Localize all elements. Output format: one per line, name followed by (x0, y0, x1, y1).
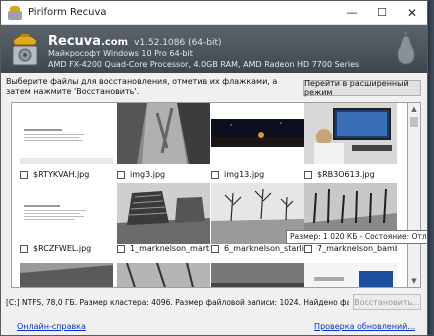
os-info: Майкрософт Windows 10 Pro 64-bit (48, 49, 193, 58)
scrollbar-thumb[interactable] (410, 117, 418, 127)
file-thumbnail-photo (117, 183, 210, 244)
file-name: $RTYKVAH.jpg (33, 170, 90, 179)
piriform-pear-icon (397, 31, 415, 65)
file-checkbox[interactable] (20, 171, 28, 179)
app-version: v1.52.1086 (64-bit) (134, 38, 222, 48)
file-checkbox[interactable] (117, 171, 125, 179)
title-bar: Piriform Recuva — ☐ ✕ (1, 1, 427, 25)
recuva-logo-icon (12, 34, 38, 66)
file-name: 7_marknelson_bamb... (317, 244, 397, 253)
file-name: $RCZFWEL.jpg (33, 244, 92, 253)
online-help-link[interactable]: Онлайн-справка (17, 322, 86, 331)
scroll-up-icon[interactable]: ▲ (408, 103, 420, 115)
file-thumbnail-grid[interactable]: $RTYKVAH.jpg img3.jpg img13.jpg $RB3O613… (11, 102, 408, 288)
app-header: Recuva.com v1.52.1086 (64-bit) Майкрософт… (1, 25, 427, 73)
maximize-button[interactable]: ☐ (367, 1, 397, 24)
file-checkbox[interactable] (20, 245, 28, 253)
file-thumbnail-photo (211, 103, 304, 164)
header-title: Recuva.com v1.52.1086 (64-bit) (48, 30, 222, 49)
minimize-button[interactable]: — (337, 1, 367, 24)
file-thumbnail-photo (304, 103, 397, 164)
file-info-tooltip: Размер: 1 020 КБ - Состояние: Отличное (286, 230, 427, 244)
check-updates-link[interactable]: Проверка обновлений... (314, 322, 415, 331)
file-name: 1_marknelson_marti... (130, 244, 210, 253)
scroll-down-icon[interactable]: ▼ (408, 275, 420, 287)
advanced-mode-button[interactable]: Перейти в расширенный режим (303, 79, 421, 97)
file-thumbnail-document (20, 183, 113, 244)
file-name: img3.jpg (130, 170, 166, 179)
file-name: $RB3O613.jpg (317, 170, 375, 179)
hardware-info: AMD FX-4200 Quad-Core Processor, 4.0GB R… (48, 60, 360, 69)
file-thumbnail-document (20, 103, 113, 164)
file-thumbnail-photo (211, 263, 304, 287)
file-thumbnail-photo (117, 263, 210, 287)
window-title: Piriform Recuva (28, 7, 107, 18)
close-button[interactable]: ✕ (397, 1, 427, 24)
vertical-scrollbar[interactable]: ▲ ▼ (408, 102, 421, 288)
file-checkbox[interactable] (304, 245, 312, 253)
file-thumbnail-photo (117, 103, 210, 164)
file-checkbox[interactable] (304, 171, 312, 179)
file-name: img13.jpg (224, 170, 265, 179)
instruction-text: Выберите файлы для восстановления, отмет… (6, 77, 278, 96)
file-checkbox[interactable] (211, 171, 219, 179)
app-name: Recuva (48, 34, 102, 49)
file-checkbox[interactable] (211, 245, 219, 253)
file-name: 6_marknelson_starlin... (224, 244, 304, 253)
file-checkbox[interactable] (117, 245, 125, 253)
recover-button[interactable]: Восстановить... (353, 294, 421, 310)
recuva-window: Piriform Recuva — ☐ ✕ Recuva.com v1.52.10… (0, 0, 428, 336)
scan-status-text: [C:] NTFS, 78,0 ГБ. Размер кластера: 409… (6, 298, 349, 307)
app-domain: .com (101, 37, 129, 48)
file-thumbnail-photo (304, 263, 397, 287)
recuva-app-icon (8, 5, 22, 20)
file-thumbnail-photo (20, 263, 113, 287)
